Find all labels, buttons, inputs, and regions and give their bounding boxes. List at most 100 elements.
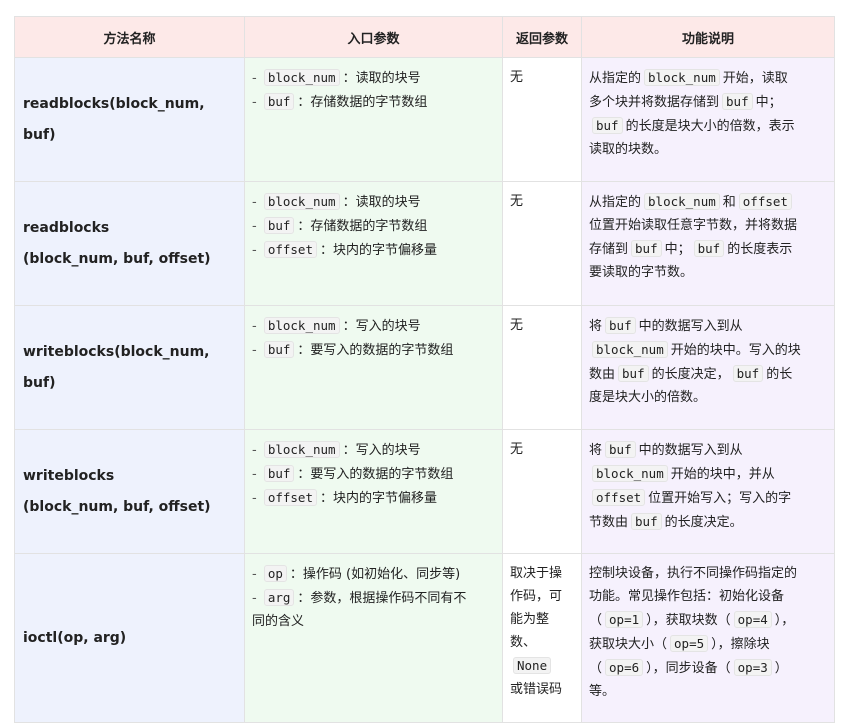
code-token: None <box>513 657 552 674</box>
code-token: buf <box>263 341 295 358</box>
table-row: ioctl(op, arg) - op ：操作码 (如初始化、同步等) - arg ：参… <box>14 553 835 723</box>
code-token: block_num <box>644 193 720 210</box>
code-token: buf <box>592 117 623 134</box>
text-segment: ），同步设备（ <box>646 661 731 676</box>
text-segment: 等。 <box>589 684 616 699</box>
text-segment: ），擦除块 <box>711 637 770 652</box>
param-line: - buf ：要写入的数据的字节数组 <box>252 338 495 362</box>
bullet-dash: - <box>252 243 261 258</box>
code-token: offset <box>263 489 317 506</box>
table-row: writeblocks(block_num, buf) - block_num ：写… <box>14 305 835 430</box>
table-row: writeblocks (block_num, buf, offset) - blo… <box>14 429 835 554</box>
return-params-cell: 无 <box>502 429 582 554</box>
text-segment: 无 <box>510 318 524 333</box>
text-segment: 开始的块中，并从 <box>670 467 775 482</box>
text-segment: 无 <box>510 442 524 457</box>
param-line: - block_num ：读取的块号 <box>252 190 495 214</box>
text-segment: 的长度是块大小的倍数，表示 <box>625 119 795 134</box>
param-line: - block_num ：读取的块号 <box>252 66 495 90</box>
bullet-dash: - <box>252 71 261 86</box>
text-segment: 获取块大小（ <box>589 637 668 652</box>
input-params-cell: - block_num ：写入的块号 - buf ：要写入的数据的字节数组 - offs… <box>244 429 503 554</box>
return-params-cell: 无 <box>502 57 582 182</box>
text-segment: 位置开始写入；写入的字 <box>648 491 792 506</box>
code-token: op=1 <box>605 611 644 628</box>
text-segment: ） <box>774 661 788 676</box>
code-token: buf <box>618 365 649 382</box>
description-line: buf 的长度是块大小的倍数，表示 <box>589 114 827 138</box>
text-segment: 的长度决定。 <box>664 515 743 530</box>
input-params-cell: - block_num ：读取的块号 - buf ：存储数据的字节数组 - offset… <box>244 181 503 306</box>
method-name: (block_num, buf, offset) <box>23 498 211 515</box>
method-name: (block_num, buf, offset) <box>23 250 211 267</box>
header-input-params: 入口参数 <box>244 16 503 58</box>
code-token: offset <box>592 489 646 506</box>
method-name: readblocks <box>23 219 110 236</box>
description-line: 获取块大小（ op=5 ），擦除块 <box>589 632 827 656</box>
code-token: arg <box>263 589 295 606</box>
return-line: 数、 <box>510 631 574 654</box>
text-segment: 中； <box>664 242 691 257</box>
code-token: block_num <box>263 193 340 210</box>
param-line: - block_num ：写入的块号 <box>252 438 495 462</box>
method-name-cell: readblocks(block_num, buf) <box>14 57 245 182</box>
text-segment: 从指定的 <box>589 195 642 210</box>
text-segment: 从指定的 <box>589 71 642 86</box>
text-segment: 取决于操 <box>510 566 563 581</box>
description-line: 读取的块数。 <box>589 138 827 161</box>
text-segment: 将 <box>589 443 603 458</box>
description-line: block_num 开始的块中，并从 <box>589 462 827 486</box>
code-token: buf <box>263 465 295 482</box>
description-line: 位置开始读取任意字节数，并将数据 <box>589 214 827 237</box>
text-segment: ：写入的块号 <box>342 443 421 458</box>
text-segment: 同的含义 <box>252 614 305 629</box>
return-line: None <box>510 654 574 678</box>
param-line: - buf ：要写入的数据的字节数组 <box>252 462 495 486</box>
method-name: writeblocks <box>23 467 115 484</box>
code-token: block_num <box>592 465 668 482</box>
text-segment: ）， <box>774 613 795 628</box>
text-segment: 多个块并将数据存储到 <box>589 95 720 110</box>
bullet-dash: - <box>252 591 261 606</box>
method-name: readblocks(block_num, buf) <box>23 95 205 143</box>
return-params-cell: 取决于操 作码，可 能为整 数、 None 或错误码 <box>502 553 582 723</box>
description-line: 从指定的 block_num 开始，读取 <box>589 66 827 90</box>
bullet-dash: - <box>252 195 261 210</box>
code-token: block_num <box>592 341 668 358</box>
bullet-dash: - <box>252 467 261 482</box>
text-segment: ：块内的字节偏移量 <box>319 243 437 258</box>
text-segment: 数由 <box>589 367 616 382</box>
description-line: offset 位置开始写入；写入的字 <box>589 486 827 510</box>
return-line: 作码，可 <box>510 585 574 608</box>
text-segment: ：存储数据的字节数组 <box>297 219 428 234</box>
return-line: 无 <box>510 314 574 337</box>
description-line: 将 buf 中的数据写入到从 <box>589 438 827 462</box>
text-segment: ：写入的块号 <box>342 319 421 334</box>
text-segment: 无 <box>510 70 524 85</box>
code-token: buf <box>631 513 662 530</box>
param-line: - buf ：存储数据的字节数组 <box>252 214 495 238</box>
method-name: ioctl(op, arg) <box>23 629 127 646</box>
code-token: buf <box>732 365 764 382</box>
bullet-dash: - <box>252 319 261 334</box>
code-token: op <box>263 565 287 582</box>
text-segment: 控制块设备，执行不同操作码指定的 <box>589 566 798 581</box>
code-token: offset <box>263 241 317 258</box>
code-token: buf <box>263 217 295 234</box>
description-line: 存储到 buf 中； buf 的长度表示 <box>589 237 827 261</box>
input-params-cell: - block_num ：读取的块号 - buf ：存储数据的字节数组 <box>244 57 503 182</box>
input-params-cell: - op ：操作码 (如初始化、同步等) - arg ：参数，根据操作码不同有不 同的含… <box>244 553 503 723</box>
text-segment: 开始，读取 <box>722 71 788 86</box>
code-token: op=5 <box>670 635 709 652</box>
code-token: op=3 <box>733 659 772 676</box>
method-name-cell: writeblocks(block_num, buf) <box>14 305 245 430</box>
text-segment: ：块内的字节偏移量 <box>319 491 437 506</box>
table-header-row: 方法名称 入口参数 返回参数 功能说明 <box>14 16 835 58</box>
header-description: 功能说明 <box>581 16 835 58</box>
bullet-dash: - <box>252 95 261 110</box>
return-line: 能为整 <box>510 608 574 631</box>
code-token: buf <box>722 93 753 110</box>
method-name: writeblocks(block_num, buf) <box>23 343 210 391</box>
param-line: - buf ：存储数据的字节数组 <box>252 90 495 114</box>
description-line: 多个块并将数据存储到 buf 中； <box>589 90 827 114</box>
